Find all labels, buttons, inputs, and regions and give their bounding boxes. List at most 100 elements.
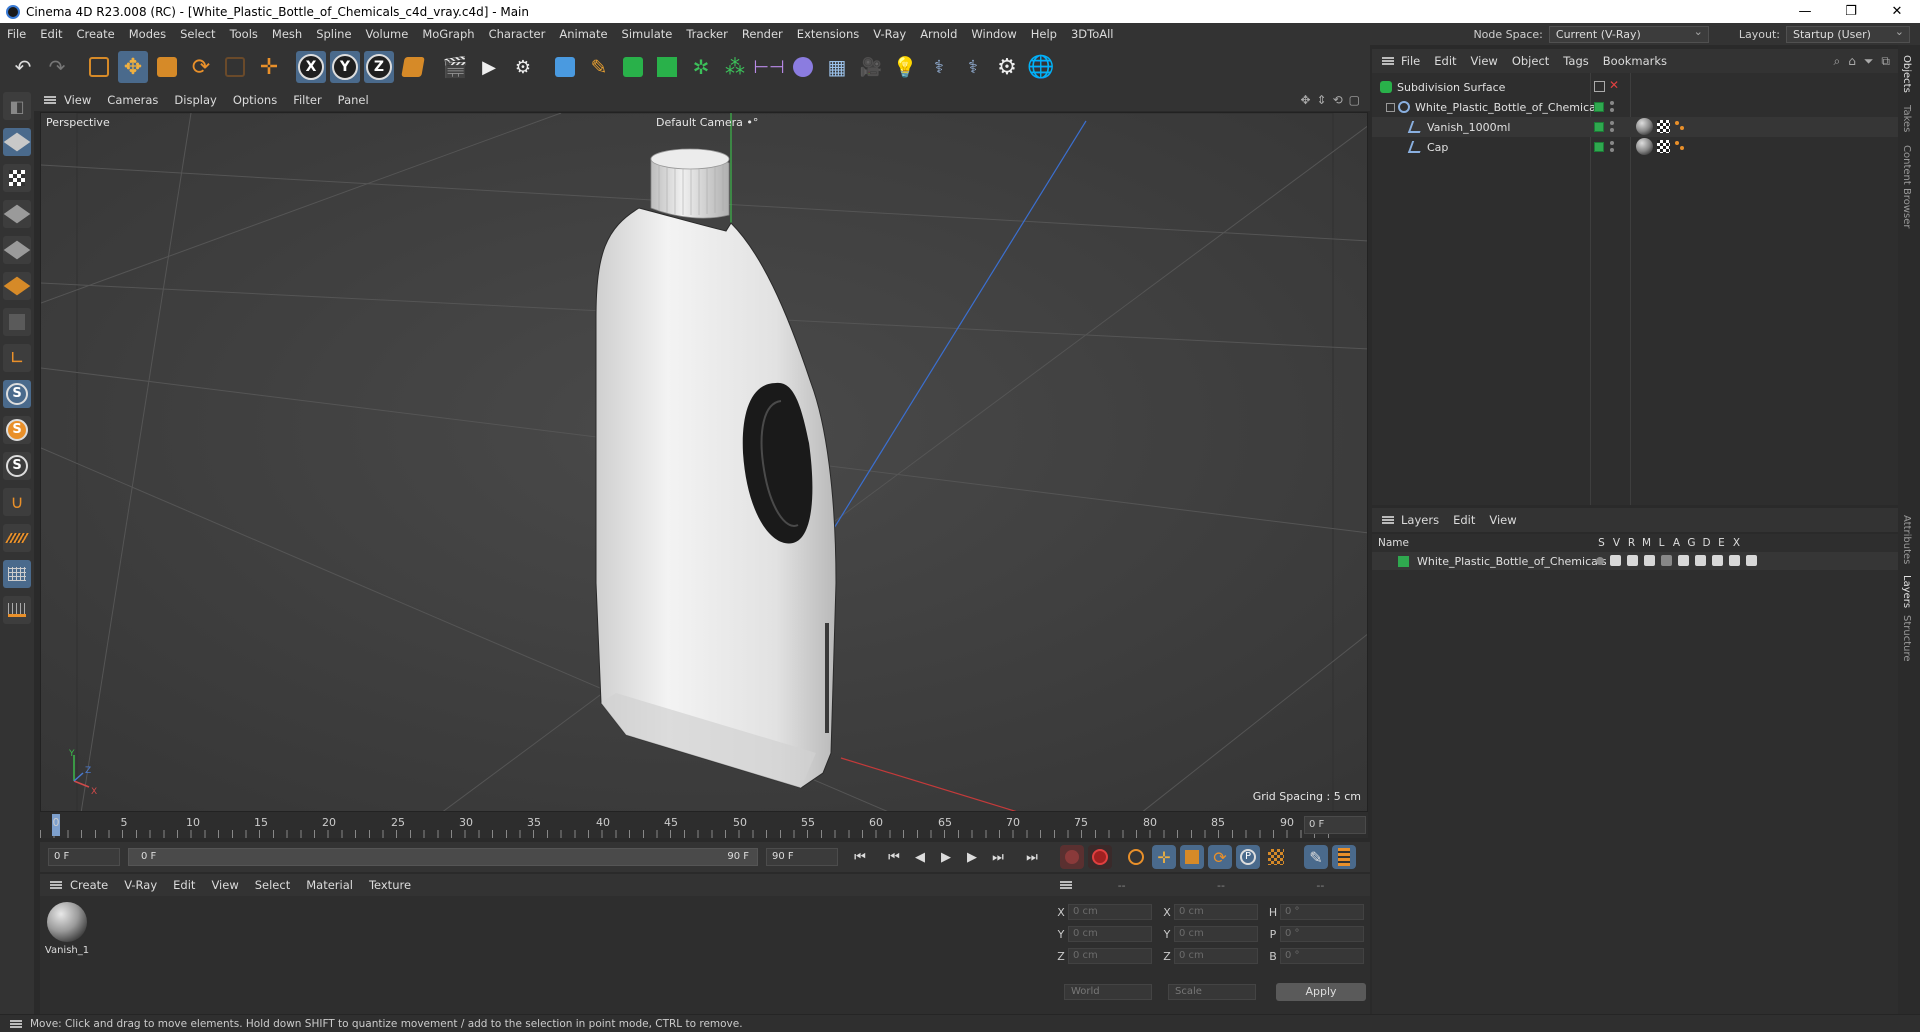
selection-tag-icon[interactable] — [1675, 141, 1685, 151]
python-generator-button[interactable]: ⚕ — [958, 51, 988, 83]
visibility-dots-icon[interactable] — [1610, 121, 1614, 133]
quantize-button[interactable]: S — [3, 452, 31, 480]
timeline-ruler[interactable]: 0 5 10 15 20 25 30 35 40 45 50 55 60 65 … — [40, 812, 1368, 838]
deformer-button[interactable]: ⊢⊣ — [753, 51, 784, 83]
object-row[interactable]: Subdivision Surface ✕ — [1372, 77, 1898, 97]
menu-arnold[interactable]: Arnold — [913, 27, 964, 41]
previous-frame-button[interactable]: ◀ — [908, 845, 932, 869]
status-menu-icon[interactable] — [10, 1019, 22, 1028]
menu-render[interactable]: Render — [735, 27, 790, 41]
menu-3dtoall[interactable]: 3DToAll — [1064, 27, 1121, 41]
menu-edit[interactable]: Edit — [33, 27, 69, 41]
material-menu-select[interactable]: Select — [247, 878, 298, 892]
live-selection-button[interactable] — [84, 51, 114, 83]
z-axis-lock-button[interactable]: Z — [364, 51, 394, 83]
xref-icon[interactable] — [1746, 555, 1757, 566]
keyframe-selection-button[interactable] — [1124, 845, 1148, 869]
generator-icon[interactable] — [1695, 555, 1706, 566]
home-icon[interactable]: ⌂ — [1848, 54, 1856, 69]
menu-character[interactable]: Character — [482, 27, 553, 41]
dope-sheet-button[interactable] — [1332, 845, 1356, 869]
coordinate-space-dropdown[interactable]: World — [1064, 984, 1152, 1000]
uvw-tag-icon[interactable] — [1657, 120, 1670, 133]
undo-button[interactable]: ↶ — [8, 51, 38, 83]
dolly-view-icon[interactable]: ⇕ — [1317, 93, 1327, 107]
axis-mode-button[interactable]: ∟ — [3, 344, 31, 372]
render-clapper-icon[interactable] — [1627, 555, 1638, 566]
eye-icon[interactable] — [1610, 555, 1621, 566]
tab-layers[interactable]: Layers — [1901, 575, 1912, 608]
workplane-button[interactable] — [3, 524, 31, 552]
object-menu-tags[interactable]: Tags — [1556, 54, 1595, 68]
position-z-field[interactable]: 0 cm — [1068, 948, 1152, 964]
rotation-b-field[interactable]: 0 ° — [1280, 948, 1364, 964]
camera-link-icon[interactable]: •° — [746, 116, 758, 129]
record-active-button[interactable] — [1060, 845, 1084, 869]
model-mode-button[interactable] — [3, 128, 31, 156]
layer-color-swatch[interactable] — [1398, 555, 1409, 567]
layer-menu-edit[interactable]: Edit — [1446, 513, 1482, 527]
tab-structure[interactable]: Structure — [1901, 615, 1912, 662]
mograph-fracture-button[interactable]: ⁂ — [720, 51, 750, 83]
polygons-mode-button[interactable] — [3, 272, 31, 300]
go-to-start-button[interactable]: ⏮ — [848, 845, 872, 869]
layer-col-generators[interactable]: G — [1684, 537, 1699, 549]
size-mode-dropdown[interactable]: Scale — [1168, 984, 1256, 1000]
key-rotation-button[interactable]: ⟳ — [1208, 845, 1232, 869]
size-x-field[interactable]: 0 cm — [1174, 904, 1258, 920]
menu-simulate[interactable]: Simulate — [615, 27, 680, 41]
menu-modes[interactable]: Modes — [122, 27, 173, 41]
new-window-icon[interactable]: ⧉ — [1881, 54, 1890, 69]
viewport-menu-display[interactable]: Display — [166, 93, 224, 107]
material-menu-icon[interactable] — [50, 881, 62, 889]
object-manager-menu-icon[interactable] — [1382, 57, 1394, 65]
coordinates-menu-icon[interactable] — [1060, 881, 1072, 889]
end-frame-field[interactable]: 90 F — [766, 848, 838, 866]
next-key-button[interactable]: ⏭ — [986, 845, 1010, 869]
node-space-dropdown[interactable]: Current (V-Ray) — [1548, 24, 1709, 43]
viewport-menu-filter[interactable]: Filter — [285, 93, 329, 107]
vray-settings-button[interactable]: ⚙ — [992, 51, 1022, 83]
y-axis-lock-button[interactable]: Y — [330, 51, 360, 83]
menu-window[interactable]: Window — [964, 27, 1023, 41]
size-y-field[interactable]: 0 cm — [1174, 926, 1258, 942]
perspective-viewport[interactable]: Y Z X Perspective Default Camera •° Grid… — [40, 112, 1368, 812]
mograph-cloner-button[interactable]: ✲ — [686, 51, 716, 83]
object-menu-edit[interactable]: Edit — [1427, 54, 1463, 68]
tab-content-browser[interactable]: Content Browser — [1901, 145, 1912, 228]
menu-file[interactable]: File — [0, 27, 33, 41]
texture-mode-button[interactable] — [3, 164, 31, 192]
layout-dropdown[interactable]: Startup (User) — [1786, 24, 1910, 43]
scale-tool-button[interactable] — [152, 51, 182, 83]
hierarchy-icon[interactable] — [1644, 555, 1655, 566]
layer-color-swatch[interactable] — [1594, 122, 1604, 132]
snap-settings-button[interactable]: S — [3, 416, 31, 444]
frame-range-slider[interactable]: 0 F 90 F — [128, 848, 758, 866]
render-view-button[interactable]: 🎬 — [440, 51, 470, 83]
minimize-button[interactable]: — — [1782, 0, 1828, 23]
coordinate-system-button[interactable] — [398, 51, 428, 83]
workplane-grid-button[interactable] — [3, 560, 31, 588]
locked-workplane-button[interactable] — [3, 596, 31, 624]
timeline-window-button[interactable]: ✎ — [1304, 845, 1328, 869]
size-z-field[interactable]: 0 cm — [1174, 948, 1258, 964]
menu-mesh[interactable]: Mesh — [265, 27, 309, 41]
edges-mode-button[interactable] — [3, 236, 31, 264]
uvw-tag-icon[interactable] — [1657, 140, 1670, 153]
rotate-tool-button[interactable]: ⟳ — [186, 51, 216, 83]
viewport-menu-view[interactable]: View — [56, 93, 99, 107]
material-menu-create[interactable]: Create — [62, 878, 116, 892]
points-mode-button[interactable] — [3, 200, 31, 228]
rotation-h-field[interactable]: 0 ° — [1280, 904, 1364, 920]
menu-help[interactable]: Help — [1024, 27, 1064, 41]
object-row[interactable]: White_Plastic_Bottle_of_Chemicals — [1372, 97, 1898, 117]
material-tag-icon[interactable] — [1636, 118, 1653, 135]
layer-col-solo[interactable]: S — [1594, 537, 1609, 549]
tab-objects[interactable]: Objects — [1901, 55, 1912, 93]
disable-generator-icon[interactable]: ✕ — [1609, 78, 1619, 92]
key-parameter-button[interactable]: P — [1236, 845, 1260, 869]
redo-button[interactable]: ↷ — [42, 51, 72, 83]
filter-icon[interactable]: ⏷ — [1864, 54, 1874, 69]
spline-pen-button[interactable]: ✎ — [584, 51, 614, 83]
solo-dot-icon[interactable] — [1596, 557, 1604, 565]
